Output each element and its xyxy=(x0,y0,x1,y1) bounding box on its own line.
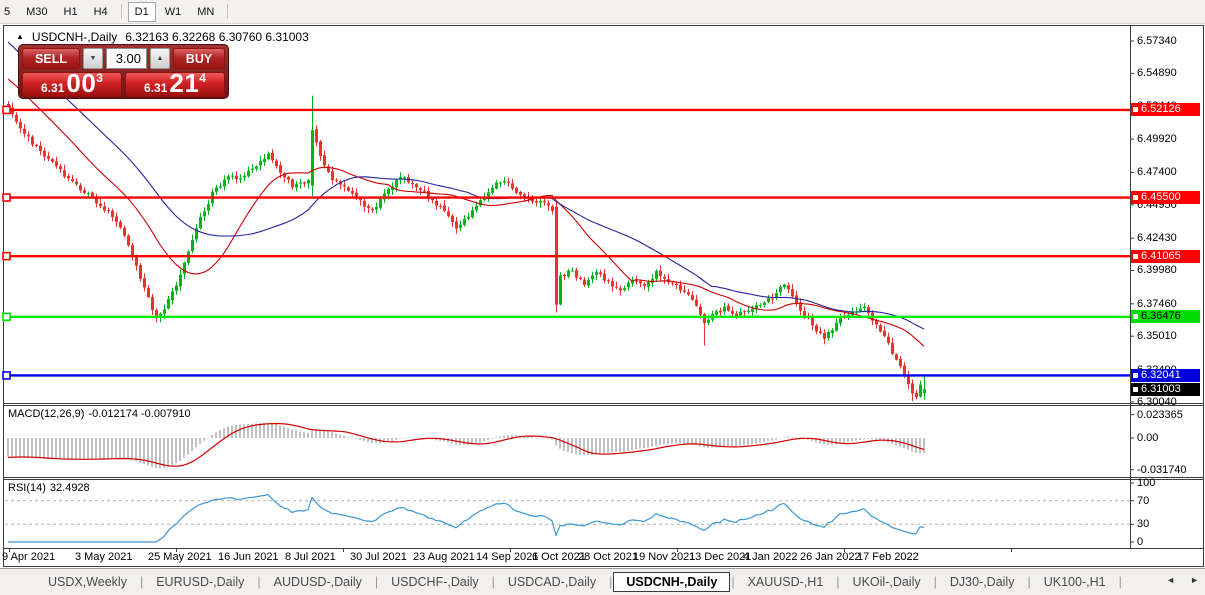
macd-axis-tick: 0.00 xyxy=(1137,432,1159,444)
sell-price-prefix: 6.31 xyxy=(41,81,65,95)
tab-eurusd-daily[interactable]: EURUSD-,Daily xyxy=(144,573,256,591)
price-level-tag: 6.52126 xyxy=(1131,103,1200,117)
trade-panel-top-row: SELL ▼ ▲ BUY xyxy=(22,48,225,69)
chart-tabs-bar: USDX,Weekly | EURUSD-,Daily | AUDUSD-,Daily |… xyxy=(0,568,1205,595)
ohlc-values: 6.32163 6.32268 6.30760 6.31003 xyxy=(125,30,309,44)
panel-borders xyxy=(3,25,1204,567)
date-axis-label: 8 Jul 2021 xyxy=(285,551,336,563)
price-axis-tick: 6.42430 xyxy=(1137,232,1177,245)
date-axis-label: 19 Nov 2021 xyxy=(633,551,696,563)
buy-button[interactable]: BUY xyxy=(173,48,225,69)
toolbar-separator xyxy=(120,4,122,19)
rsi-axis-tick: 70 xyxy=(1137,494,1150,507)
chart-title: ▲ USDCNH-,Daily 6.32163 6.32268 6.30760 … xyxy=(16,30,309,44)
symbol-title: USDCNH-,Daily xyxy=(31,30,118,44)
date-axis-label: 28 Oct 2021 xyxy=(578,551,638,563)
buy-price-pip: 4 xyxy=(199,71,206,85)
date-axis-label: 16 Jun 2021 xyxy=(218,551,279,563)
date-axis-label: 23 Aug 2021 xyxy=(413,551,475,563)
macd-histogram-group xyxy=(7,422,925,469)
macd-label: MACD(12,26,9) -0.012174 -0.007910 xyxy=(8,408,195,420)
volume-decrease-button[interactable]: ▼ xyxy=(83,48,103,69)
date-axis-label: 26 Jan 2022 xyxy=(800,551,861,563)
macd-axis-tick: -0.031740 xyxy=(1137,463,1187,476)
sell-price-main: 00 xyxy=(66,68,97,98)
date-axis-label: 25 May 2021 xyxy=(148,551,212,563)
rsi-axis-tick: 100 xyxy=(1137,477,1156,489)
price-level-tag: 6.36476 xyxy=(1131,310,1200,324)
sell-price-button[interactable]: 6.31 00 3 xyxy=(22,68,122,98)
timeframe-button-w1[interactable]: W1 xyxy=(158,2,189,22)
toolbar-separator xyxy=(227,4,229,19)
tab-scroll-left-icon[interactable]: ◄ xyxy=(1166,575,1175,585)
tab-audusd-daily[interactable]: AUDUSD-,Daily xyxy=(262,573,374,591)
macd-name: MACD(12,26,9) xyxy=(8,408,85,420)
buy-price-button[interactable]: 6.31 21 4 xyxy=(125,68,225,98)
date-axis-label: 30 Jul 2021 xyxy=(350,551,407,563)
price-level-tag: 6.41065 xyxy=(1131,249,1200,263)
rsi-name: RSI(14) xyxy=(8,482,46,494)
price-axis-tick: 6.57340 xyxy=(1137,35,1177,47)
date-axis-label: 17 Feb 2022 xyxy=(857,551,919,563)
macd-values: -0.012174 -0.007910 xyxy=(88,408,191,420)
date-axis-label: 9 Apr 2021 xyxy=(2,551,56,563)
tab-scroll-right-icon[interactable]: ► xyxy=(1190,575,1199,585)
price-axis-tick: 6.37460 xyxy=(1137,297,1177,310)
price-axis-tick: 6.30040 xyxy=(1137,395,1177,408)
timeframe-button-mn[interactable]: MN xyxy=(190,2,221,22)
price-level-lines[interactable] xyxy=(2,105,1130,380)
volume-input[interactable] xyxy=(106,48,147,69)
timeframe-button-h4[interactable]: H4 xyxy=(87,2,115,22)
rsi-axis-tick: 0 xyxy=(1137,536,1144,548)
date-axis-label: 4 Jan 2022 xyxy=(743,551,798,563)
candles-group xyxy=(7,95,926,402)
price-level-tag: 6.32041 xyxy=(1131,368,1200,382)
buy-price-main: 21 xyxy=(169,68,200,98)
price-axis-tick: 6.39980 xyxy=(1137,264,1177,277)
one-click-trading-panel: SELL ▼ ▲ BUY 6.31 00 3 6.31 21 4 xyxy=(18,44,229,99)
rsi-line-group xyxy=(5,494,1130,543)
tab-usdchf-daily[interactable]: USDCHF-,Daily xyxy=(379,573,491,591)
tab-dj30-daily[interactable]: DJ30-,Daily xyxy=(938,573,1027,591)
timeframe-button-h1[interactable]: H1 xyxy=(57,2,85,22)
trade-panel-price-row: 6.31 00 3 6.31 21 4 xyxy=(22,68,225,98)
date-axis-label: 3 May 2021 xyxy=(75,551,133,563)
tab-usdcnh-daily[interactable]: USDCNH-,Daily xyxy=(613,572,731,592)
tab-xauusd-h1[interactable]: XAUUSD-,H1 xyxy=(736,573,836,591)
price-axis-tick: 6.54890 xyxy=(1137,67,1177,80)
date-axis-label: 14 Sep 2021 xyxy=(476,551,539,563)
tab-ukoil-daily[interactable]: UKOil-,Daily xyxy=(841,573,933,591)
price-axis-tick: 6.49920 xyxy=(1137,133,1177,146)
rsi-value: 32.4928 xyxy=(49,482,90,494)
timeframe-toolbar: 5 M30 H1 H4 D1 W1 MN xyxy=(0,0,1205,24)
current-price-tag: 6.31003 xyxy=(1131,382,1200,396)
price-axis-tick: 6.35010 xyxy=(1137,330,1177,343)
timeframe-button-5[interactable]: 5 xyxy=(0,2,17,22)
rsi-axis-tick: 30 xyxy=(1137,518,1150,531)
tab-usdx-weekly[interactable]: USDX,Weekly xyxy=(36,573,139,591)
price-level-tag: 6.45500 xyxy=(1131,191,1200,205)
volume-increase-button[interactable]: ▲ xyxy=(150,48,170,69)
tab-uk100-h1[interactable]: UK100-,H1 xyxy=(1032,573,1118,591)
sell-button[interactable]: SELL xyxy=(22,48,80,69)
rsi-label: RSI(14) 32.4928 xyxy=(8,482,94,494)
tab-separator: | xyxy=(1118,575,1122,589)
macd-axis-tick: 0.023365 xyxy=(1137,408,1183,421)
collapse-icon[interactable]: ▲ xyxy=(16,32,24,42)
buy-price-prefix: 6.31 xyxy=(144,81,168,95)
timeframe-button-d1[interactable]: D1 xyxy=(127,1,156,22)
price-axis-tick: 6.47400 xyxy=(1137,166,1177,179)
mt4-window: 5 M30 H1 H4 D1 W1 MN ▲ USDCNH-,Daily 6.32163 6… xyxy=(0,0,1205,595)
tab-usdcad-daily[interactable]: USDCAD-,Daily xyxy=(496,573,608,591)
timeframe-button-m30[interactable]: M30 xyxy=(19,2,54,22)
tab-scroll-arrows: ◄ ► xyxy=(1166,575,1199,585)
sell-price-pip: 3 xyxy=(96,71,103,85)
